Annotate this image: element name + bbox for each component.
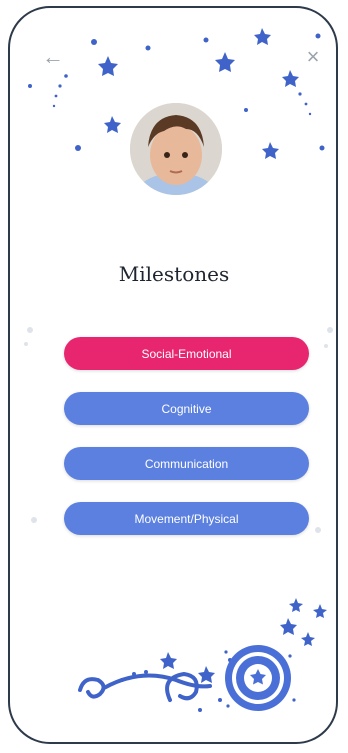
movement-physical-button[interactable]: Movement/Physical xyxy=(64,502,309,535)
social-emotional-button[interactable]: Social-Emotional xyxy=(64,337,309,370)
communication-button[interactable]: Communication xyxy=(64,447,309,480)
page-title: Milestones xyxy=(118,262,230,286)
close-icon[interactable]: × xyxy=(300,44,326,70)
back-arrow-icon[interactable]: ← xyxy=(40,44,66,70)
avatar xyxy=(130,103,222,195)
baby-photo-icon xyxy=(130,103,222,195)
cognitive-button[interactable]: Cognitive xyxy=(64,392,309,425)
